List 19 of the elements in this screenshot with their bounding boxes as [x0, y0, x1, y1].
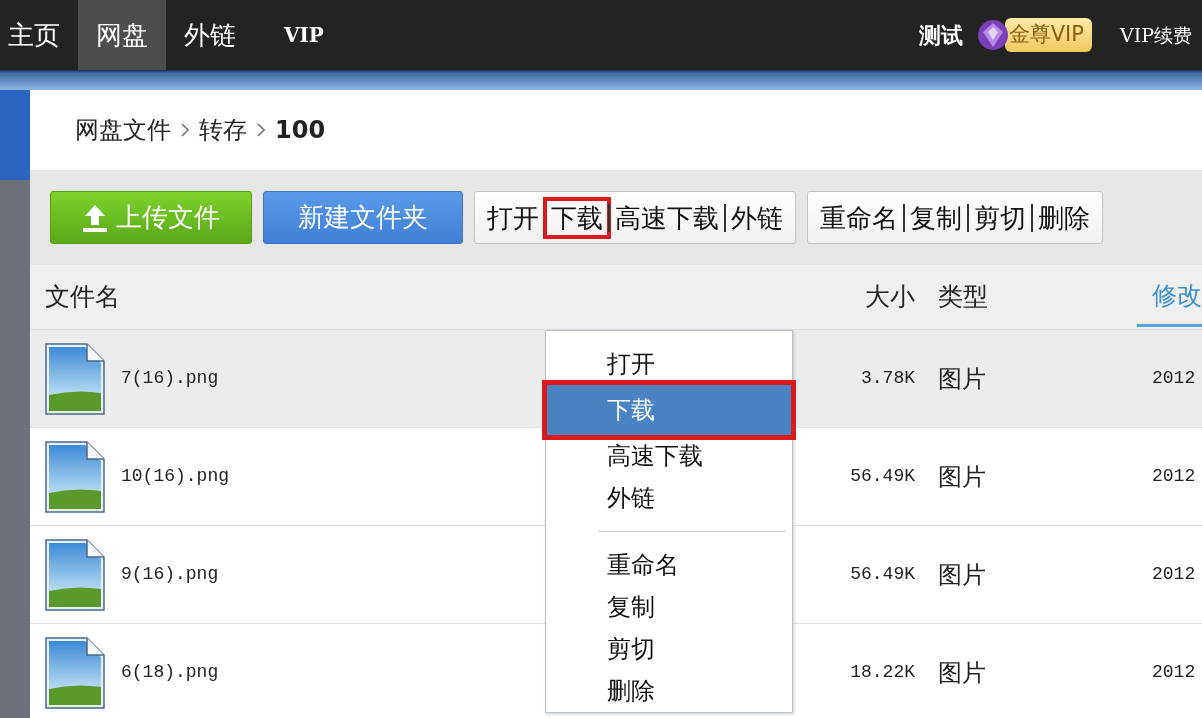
file-name: 7(16).png [121, 367, 219, 390]
file-type: 图片 [937, 657, 987, 689]
file-name: 9(16).png [121, 563, 219, 586]
file-size: 56.49K [849, 563, 915, 586]
modified-date: 2012 [1152, 465, 1197, 488]
breadcrumb-item: 100 [275, 115, 326, 146]
file-size: 56.49K [849, 465, 915, 488]
modified-date: 2012 [1152, 563, 1197, 586]
modified-date: 2012 [1152, 661, 1197, 684]
modified-date: 2012 [1152, 367, 1197, 390]
file-type: 图片 [937, 461, 987, 493]
file-type: 图片 [937, 559, 987, 591]
file-name: 6(18).png [121, 661, 219, 684]
file-size: 3.78K [860, 367, 915, 390]
user-name: 测试 [918, 21, 963, 50]
file-size: 18.22K [849, 661, 915, 684]
file-name: 10(16).png [121, 465, 230, 488]
vip-badge: 金尊VIP [1004, 18, 1092, 52]
file-type: 图片 [937, 363, 987, 395]
